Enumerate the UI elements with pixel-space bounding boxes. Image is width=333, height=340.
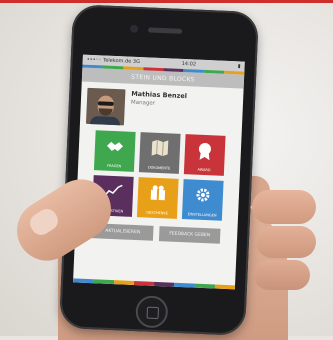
status-carrier: •••◦◦ Telekom.de 3G (86, 56, 141, 66)
user-profile[interactable]: Mathias Benzel Manager (80, 82, 244, 135)
award-icon (197, 142, 212, 165)
strip-segment (93, 279, 114, 285)
phone-screen[interactable]: •••◦◦ Telekom.de 3G 14:02 ▮ STEIN UND BL… (73, 54, 245, 290)
strip-segment (194, 283, 215, 289)
app-title: STEIN UND BLOCKS (131, 73, 195, 83)
tile-einstellungen[interactable]: EINSTELLUNGEN (181, 179, 224, 221)
profile-name: Mathias Benzel (131, 89, 188, 101)
avatar[interactable] (85, 87, 126, 126)
hand-finger-3 (254, 260, 310, 290)
strip-segment (133, 281, 155, 286)
hand-finger-2 (256, 226, 316, 258)
settings-gear-icon (194, 187, 211, 208)
feedback-button[interactable]: FEEDBACK GEBEN (158, 226, 221, 244)
tile-label: EINSTELLUNGEN (187, 212, 217, 218)
home-button[interactable] (135, 295, 169, 329)
profile-role: Manager (130, 99, 156, 107)
strip-segment (214, 284, 236, 290)
tile-label: GESCHENKE (146, 210, 168, 216)
smartphone: •••◦◦ Telekom.de 3G 14:02 ▮ STEIN UND BL… (59, 4, 259, 336)
battery-icon: ▮ (237, 63, 241, 70)
strip-segment (113, 280, 134, 286)
tile-award[interactable]: AWARD (183, 134, 226, 176)
tile-fragen[interactable]: FRAGEN (93, 130, 136, 172)
front-camera (129, 24, 139, 33)
home-square-icon (146, 306, 160, 320)
map-icon (150, 139, 169, 161)
tile-geschenke[interactable]: GESCHENKE (136, 177, 179, 219)
tile-label: DOKUMENTE (147, 165, 171, 171)
gift-icon (149, 185, 166, 206)
strip-segment (73, 278, 94, 284)
handshake-icon (106, 138, 125, 158)
bottom-color-strip (73, 278, 236, 290)
tile-label: AWARD (197, 167, 211, 173)
tile-dokumente[interactable]: DOKUMENTE (138, 132, 181, 174)
tile-label: FRAGEN (106, 163, 122, 169)
strip-segment (153, 281, 175, 287)
earpiece-speaker (147, 27, 183, 34)
strip-segment (174, 282, 195, 288)
thumb-nail (26, 205, 62, 239)
status-time: 14:02 (181, 60, 197, 68)
hand-finger-1 (252, 190, 316, 224)
